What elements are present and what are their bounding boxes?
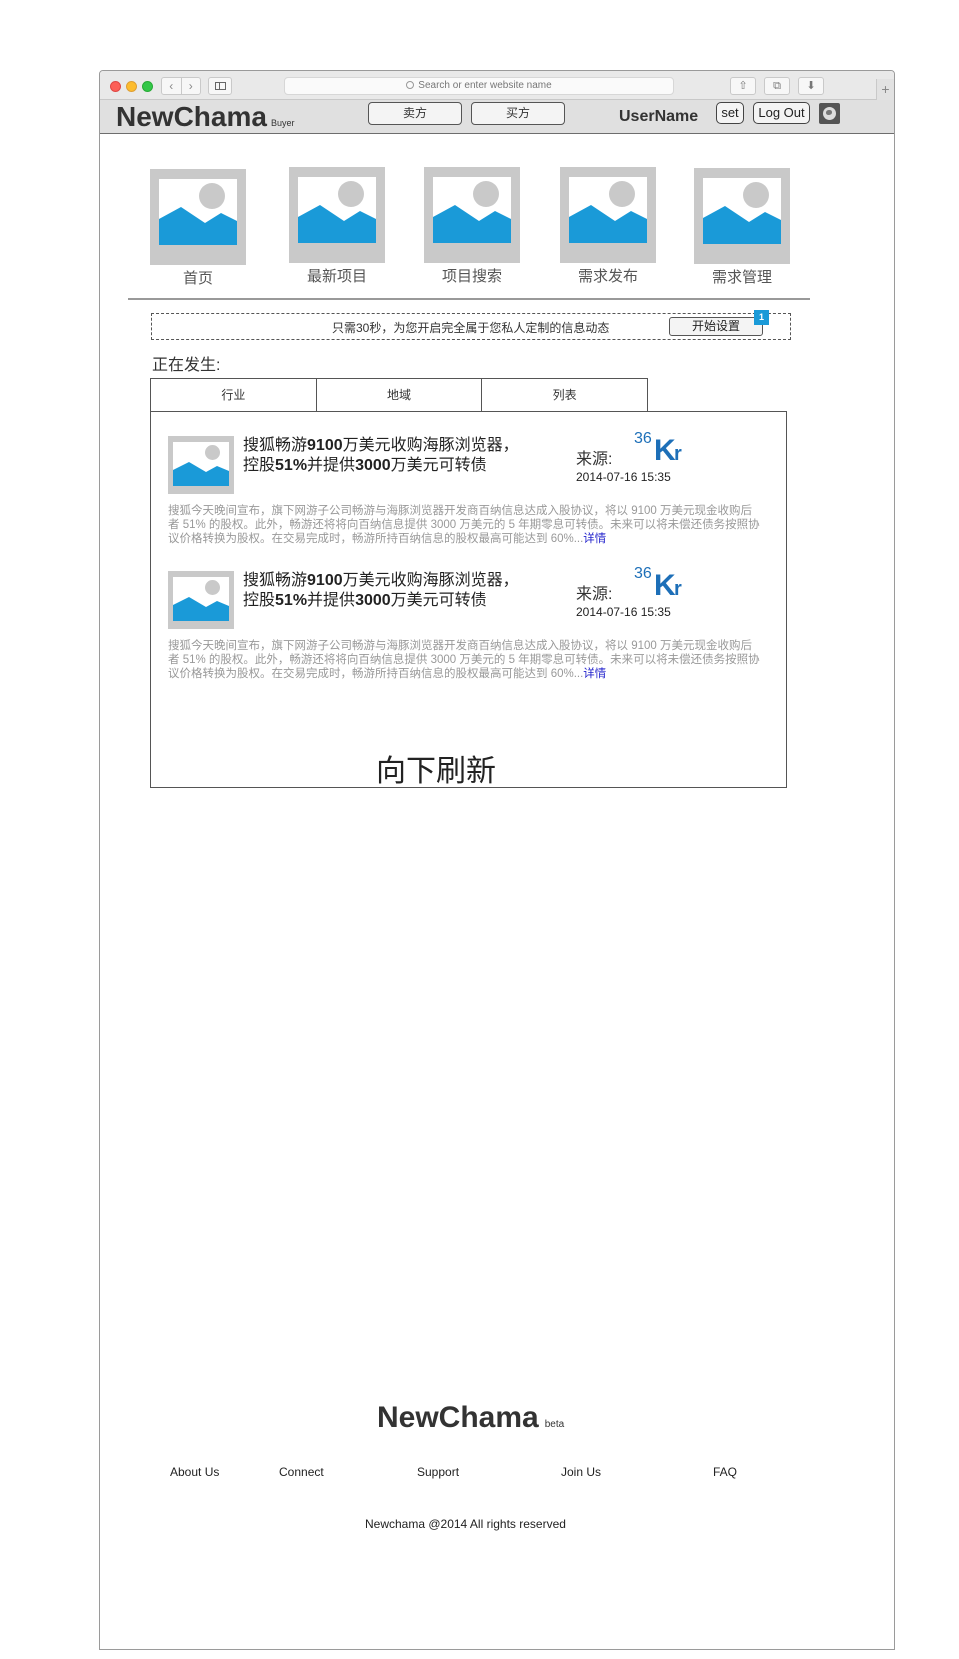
sidebar-icon	[215, 82, 226, 90]
footer-logo: NewChama beta	[377, 1401, 564, 1435]
browser-toolbar: ‹ › Search or enter website name ⇧ ⧉ ⬇ +	[100, 71, 894, 100]
nav-label: 首页	[182, 270, 213, 287]
share-button[interactable]: ⇧	[730, 77, 756, 95]
personalize-banner: 只需30秒，为您开启完全属于您私人定制的信息动态 开始设置 1	[151, 310, 791, 340]
start-setup-button[interactable]: 开始设置	[669, 317, 763, 336]
site-logo[interactable]: NewChama Buyer	[116, 100, 294, 140]
footer-logo-beta: beta	[544, 1419, 565, 1430]
details-link[interactable]: 详情	[583, 533, 606, 545]
close-window-button[interactable]	[110, 81, 121, 92]
share-icon: ⇧	[738, 80, 748, 92]
footer-link-about[interactable]: About Us	[170, 1465, 219, 1479]
tabs-icon: ⧉	[773, 80, 781, 92]
logo-subtitle: Buyer	[270, 118, 295, 128]
nav-latest-projects[interactable]: 最新项目	[289, 167, 385, 286]
new-tab-button[interactable]: +	[876, 79, 894, 100]
address-bar-placeholder: Search or enter website name	[418, 80, 552, 91]
nav-project-search[interactable]: 项目搜索	[424, 167, 520, 286]
svg-text:36: 36	[634, 565, 652, 582]
nav-label: 需求发布	[577, 268, 638, 285]
36kr-logo[interactable]: 36 K r	[634, 563, 696, 602]
article-date: 2014-07-16 15:35	[576, 470, 671, 484]
copyright: Newchama @2014 All rights reserved	[365, 1517, 566, 1531]
search-icon	[406, 81, 415, 89]
downloads-button[interactable]: ⬇	[798, 77, 824, 95]
nav-label: 项目搜索	[441, 268, 502, 285]
footer-link-support[interactable]: Support	[417, 1465, 459, 1479]
language-button[interactable]	[819, 103, 840, 124]
pull-to-refresh[interactable]: 向下刷新	[376, 746, 496, 790]
footer-logo-text: NewChama	[377, 1401, 539, 1434]
source-label: 来源:	[576, 451, 613, 468]
article-date: 2014-07-16 15:35	[576, 605, 671, 619]
app-header: NewChama Buyer 卖方 买方 UserName set Log Out	[100, 100, 894, 134]
details-link[interactable]: 详情	[583, 668, 606, 680]
footer-link-join[interactable]: Join Us	[561, 1465, 601, 1479]
svg-text:36: 36	[634, 430, 652, 447]
footer-link-connect[interactable]: Connect	[279, 1465, 324, 1479]
minimize-window-button[interactable]	[126, 81, 137, 92]
nav-home[interactable]: 首页	[150, 169, 246, 288]
svg-text:K: K	[654, 434, 676, 464]
nav-divider	[128, 298, 810, 300]
settings-button[interactable]: set	[716, 102, 744, 124]
username[interactable]: UserName	[619, 100, 698, 134]
footer-link-faq[interactable]: FAQ	[713, 1465, 737, 1479]
svg-text:r: r	[674, 443, 682, 464]
image-placeholder-icon	[289, 167, 385, 263]
download-icon: ⬇	[806, 80, 816, 92]
back-button[interactable]: ‹	[162, 78, 182, 94]
nav-label: 最新项目	[306, 268, 367, 285]
article-title[interactable]: 搜狐畅游9100万美元收购海豚浏览器，控股51%并提供3000万美元可转债	[243, 571, 528, 611]
buyer-button[interactable]: 买方	[471, 102, 565, 125]
notification-badge: 1	[754, 310, 769, 325]
source-label: 来源:	[576, 586, 613, 603]
image-placeholder-icon	[150, 169, 246, 265]
article-summary: 搜狐今天晚间宣布，旗下网游子公司畅游与海豚浏览器开发商百纳信息达成入股协议，将以…	[168, 639, 763, 681]
svg-text:r: r	[674, 578, 682, 599]
feed-tabs: 行业 地域 列表	[150, 378, 649, 411]
seller-button[interactable]: 卖方	[368, 102, 462, 125]
article-summary-text: 搜狐今天晚间宣布，旗下网游子公司畅游与海豚浏览器开发商百纳信息达成入股协议，将以…	[168, 505, 760, 545]
tab-list[interactable]: 列表	[482, 378, 649, 411]
image-placeholder-icon	[168, 436, 234, 494]
tab-region[interactable]: 地域	[316, 378, 483, 411]
svg-text:K: K	[654, 569, 676, 599]
globe-icon	[823, 107, 836, 120]
image-placeholder-icon	[560, 167, 656, 263]
show-tabs-button[interactable]: ⧉	[764, 77, 790, 95]
image-placeholder-icon	[694, 168, 790, 264]
image-placeholder-icon	[168, 571, 234, 629]
sidebar-toggle-button[interactable]	[208, 77, 232, 95]
tab-industry[interactable]: 行业	[150, 378, 317, 411]
section-heading: 正在发生:	[152, 357, 221, 374]
nav-label: 需求管理	[711, 269, 772, 286]
article-summary: 搜狐今天晚间宣布，旗下网游子公司畅游与海豚浏览器开发商百纳信息达成入股协议，将以…	[168, 504, 763, 546]
history-nav: ‹ ›	[161, 77, 201, 95]
banner-text: 只需30秒，为您开启完全属于您私人定制的信息动态	[332, 321, 610, 335]
36kr-logo[interactable]: 36 K r	[634, 428, 696, 467]
logo-text: NewChama	[116, 101, 267, 132]
nav-post-demand[interactable]: 需求发布	[560, 167, 656, 286]
address-bar[interactable]: Search or enter website name	[284, 77, 674, 95]
news-feed: 搜狐畅游9100万美元收购海豚浏览器，控股51%并提供3000万美元可转债 来源…	[150, 411, 787, 788]
browser-window: ‹ › Search or enter website name ⇧ ⧉ ⬇ +…	[99, 70, 895, 1650]
forward-button[interactable]: ›	[182, 78, 201, 94]
zoom-window-button[interactable]	[142, 81, 153, 92]
article-summary-text: 搜狐今天晚间宣布，旗下网游子公司畅游与海豚浏览器开发商百纳信息达成入股协议，将以…	[168, 640, 760, 680]
article-title[interactable]: 搜狐畅游9100万美元收购海豚浏览器，控股51%并提供3000万美元可转债	[243, 436, 528, 476]
logout-button[interactable]: Log Out	[753, 102, 810, 124]
image-placeholder-icon	[424, 167, 520, 263]
nav-manage-demand[interactable]: 需求管理	[694, 168, 790, 287]
